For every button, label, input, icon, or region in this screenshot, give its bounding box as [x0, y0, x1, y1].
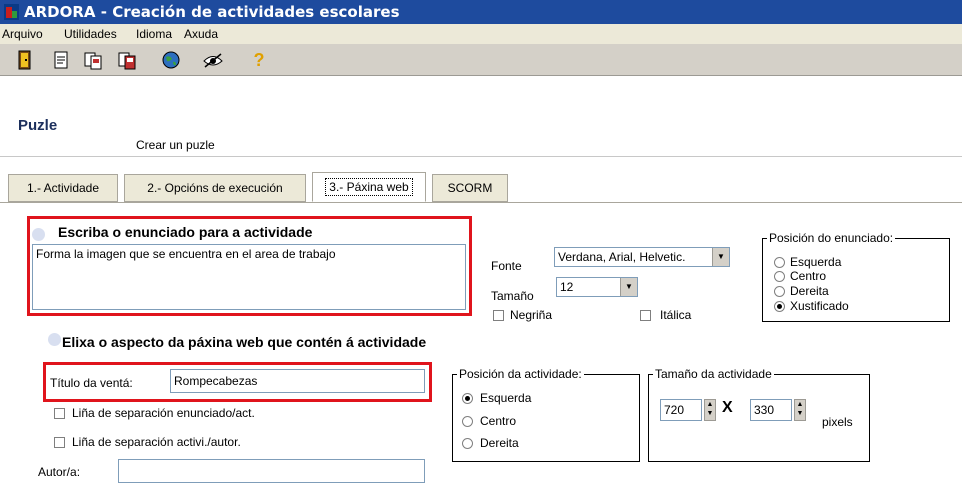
open-icon[interactable]	[82, 49, 104, 71]
activity-position-esquerda-label: Esquerda	[480, 391, 532, 405]
size-select-value: 12	[560, 280, 574, 294]
activity-position-legend: Posición da actividade:	[457, 367, 584, 381]
menu-utilidades[interactable]: Utilidades	[64, 27, 117, 41]
separator-statement-activity-checkbox[interactable]	[54, 408, 65, 419]
chevron-down-icon: ▼	[620, 278, 637, 296]
tab-paxina-web-label: 3.- Páxina web	[325, 178, 413, 196]
new-document-icon[interactable]	[50, 49, 72, 71]
author-label: Autor/a:	[38, 465, 81, 479]
bold-checkbox[interactable]	[493, 310, 504, 321]
statement-position-dereita-label: Dereita	[790, 284, 829, 298]
activity-height-input[interactable]: 330	[750, 399, 792, 421]
font-label: Fonte	[491, 259, 522, 273]
statement-position-dereita-radio[interactable]	[774, 286, 785, 297]
statement-position-centro-label: Centro	[790, 269, 827, 283]
tab-paxina-web[interactable]: 3.- Páxina web	[312, 172, 426, 202]
chevron-down-icon: ▼	[712, 248, 729, 266]
window-title-label: Título da ventá:	[50, 376, 133, 390]
exit-icon[interactable]	[14, 49, 36, 71]
font-select[interactable]: Verdana, Arial, Helvetic. ▼	[554, 247, 730, 267]
statement-position-esquerda-label: Esquerda	[790, 255, 842, 269]
separator-activity-author-checkbox[interactable]	[54, 437, 65, 448]
menu-bar: Arquivo Utilidades Idioma Axuda	[0, 24, 962, 45]
help-icon[interactable]: ?	[248, 49, 270, 71]
bold-label: Negriña	[510, 308, 553, 322]
menu-arquivo[interactable]: Arquivo	[2, 27, 43, 41]
activity-position-dereita-radio[interactable]	[462, 438, 473, 449]
times-sign: X	[722, 399, 733, 416]
activity-size-legend: Tamaño da actividade	[653, 367, 774, 381]
menu-axuda[interactable]: Axuda	[184, 27, 218, 41]
pixels-label: pixels	[822, 415, 853, 429]
activity-position-centro-radio[interactable]	[462, 416, 473, 427]
title-bar: ARDORA - Creación de actividades escolar…	[0, 0, 962, 24]
menu-idioma[interactable]: Idioma	[136, 27, 172, 41]
statement-position-centro-radio[interactable]	[774, 271, 785, 282]
activity-position-dereita-label: Dereita	[480, 436, 519, 450]
size-label: Tamaño	[491, 289, 534, 303]
toolbar: ?	[0, 45, 962, 76]
author-input[interactable]	[118, 459, 425, 483]
section-title: Puzle	[18, 117, 58, 134]
italic-label: Itálica	[660, 308, 692, 322]
tab-divider	[0, 202, 962, 203]
appearance-heading: Elixa o aspecto da páxina web que contén…	[62, 334, 427, 350]
activity-position-esquerda-radio[interactable]	[462, 393, 473, 404]
step-circle-2	[48, 333, 61, 346]
activity-width-input[interactable]: 720	[660, 399, 702, 421]
tab-scorm[interactable]: SCORM	[432, 174, 508, 202]
step-circle-1	[32, 228, 45, 241]
font-select-value: Verdana, Arial, Helvetic.	[558, 250, 686, 264]
separator-activity-author-label: Liña de separación activi./autor.	[72, 435, 241, 449]
tab-opcions-execucion[interactable]: 2.- Opcións de execución	[124, 174, 306, 202]
statement-position-xustificado-label: Xustificado	[790, 299, 849, 313]
window-title: ARDORA - Creación de actividades escolar…	[24, 3, 400, 21]
activity-position-centro-label: Centro	[480, 414, 517, 428]
separator-statement-activity-label: Liña de separación enunciado/act.	[72, 406, 255, 420]
statement-position-xustificado-radio[interactable]	[774, 301, 785, 312]
section-subtitle: Crear un puzle	[136, 138, 215, 152]
ardora-app-icon	[4, 4, 19, 20]
activity-width-spinner[interactable]: ▲ ▼	[704, 399, 716, 421]
statement-position-esquerda-radio[interactable]	[774, 257, 785, 268]
italic-checkbox[interactable]	[640, 310, 651, 321]
globe-icon[interactable]	[160, 49, 182, 71]
preview-eye-icon[interactable]	[202, 49, 224, 71]
statement-heading: Escriba o enunciado para a actividade	[58, 224, 313, 240]
statement-textarea[interactable]: Forma la imagen que se encuentra en el a…	[32, 244, 466, 310]
activity-height-spinner[interactable]: ▲ ▼	[794, 399, 806, 421]
statement-position-legend: Posición do enunciado:	[767, 231, 896, 245]
save-icon[interactable]	[116, 49, 138, 71]
size-select[interactable]: 12 ▼	[556, 277, 638, 297]
window-title-input[interactable]: Rompecabezas	[170, 369, 425, 393]
tab-actividade[interactable]: 1.- Actividade	[8, 174, 118, 202]
